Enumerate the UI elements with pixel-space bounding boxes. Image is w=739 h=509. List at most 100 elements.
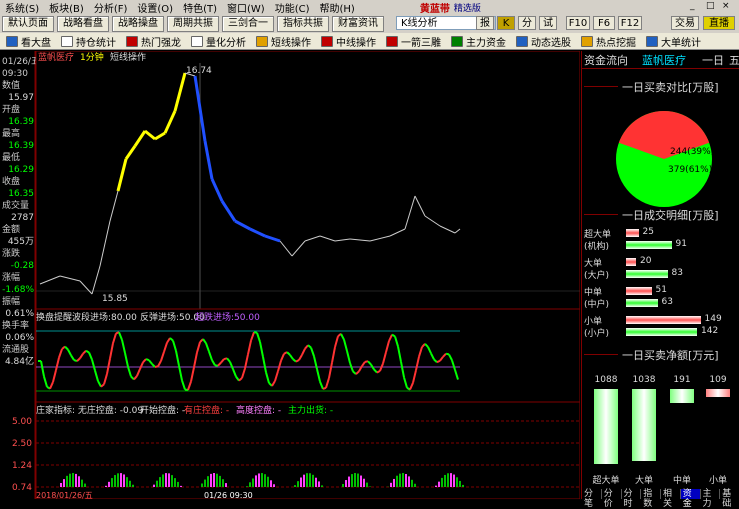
panel-tab-3[interactable]: 指数 bbox=[641, 489, 661, 499]
order-sell-bar bbox=[626, 241, 672, 249]
menu-settings[interactable]: 设置(O) bbox=[132, 0, 178, 15]
f6-button[interactable]: F6 bbox=[593, 16, 615, 30]
pie-sell-label: 244(39%) bbox=[670, 147, 714, 157]
wealth-news-button[interactable]: 财富资讯 bbox=[332, 16, 384, 32]
menu-window[interactable]: 窗口(W) bbox=[222, 0, 270, 15]
panel-header: 资金流向 蓝帆医疗 一日 五 bbox=[582, 51, 739, 69]
panel-tab-6[interactable]: 主力 bbox=[701, 489, 721, 499]
default-page-button[interactable]: 默认页面 bbox=[2, 16, 54, 32]
ind2-bar bbox=[108, 482, 110, 487]
minimize-icon[interactable]: _ bbox=[690, 1, 695, 11]
ind2-bar bbox=[312, 475, 314, 487]
feature-tab-label: 持仓统计 bbox=[76, 34, 116, 49]
ind2-bar bbox=[303, 475, 305, 487]
three-in-one-button[interactable]: 三剑合一 bbox=[222, 16, 274, 32]
period-label: 1分钟 bbox=[80, 51, 104, 63]
feature-tab-1[interactable]: 持仓统计 bbox=[61, 34, 116, 49]
ind2-bar bbox=[438, 482, 440, 487]
feature-tab-6[interactable]: 一箭三雕 bbox=[386, 34, 441, 49]
ind2-bar bbox=[72, 473, 74, 487]
panel-tab-0[interactable]: 分笔 bbox=[582, 489, 602, 499]
panel-tab-4[interactable]: 相关 bbox=[661, 489, 681, 499]
ind2-bar bbox=[168, 473, 170, 487]
ind2-bar bbox=[156, 481, 158, 487]
strategy-trade-button[interactable]: 战略操盘 bbox=[112, 16, 164, 32]
test-button[interactable]: 试 bbox=[539, 16, 557, 30]
feature-tab-label: 短线操作 bbox=[271, 34, 311, 49]
main-toolbar: 默认页面 战略看盘 战略操盘 周期共振 三剑合一 指标共振 财富资讯 K线分析 … bbox=[0, 15, 739, 33]
feature-tab-4[interactable]: 短线操作 bbox=[256, 34, 311, 49]
trade-button[interactable]: 交易 bbox=[671, 16, 699, 30]
ind2-bar bbox=[213, 473, 215, 487]
ind1-segment bbox=[437, 361, 440, 362]
ind2-bar bbox=[342, 484, 344, 487]
order-sell-bar bbox=[626, 299, 658, 307]
menu-feature[interactable]: 特色(T) bbox=[178, 0, 222, 15]
menu-function[interactable]: 功能(C) bbox=[270, 0, 315, 15]
ind2-bar bbox=[354, 473, 356, 487]
ind2-bar bbox=[117, 473, 119, 487]
ind2-bar bbox=[159, 477, 161, 487]
panel-period[interactable]: 一日 bbox=[702, 52, 724, 68]
f12-button[interactable]: F12 bbox=[618, 16, 642, 30]
live-button[interactable]: 直播 bbox=[703, 16, 735, 30]
feature-tab-9[interactable]: 热点挖掘 bbox=[581, 34, 636, 49]
ind2-bar bbox=[345, 480, 347, 487]
ind2-bar bbox=[252, 478, 254, 487]
menu-analysis[interactable]: 分析(F) bbox=[89, 0, 133, 15]
ind2-bar bbox=[270, 480, 272, 487]
order-buy-value: 51 bbox=[656, 285, 667, 295]
kline-button[interactable]: K bbox=[497, 16, 515, 30]
panel-title: 资金流向 bbox=[584, 52, 628, 68]
menu-help[interactable]: 帮助(H) bbox=[315, 0, 360, 15]
feature-tab-7[interactable]: 主力资金 bbox=[451, 34, 506, 49]
ind2-bar bbox=[69, 474, 71, 487]
ind2-bar bbox=[267, 477, 269, 487]
f10-button[interactable]: F10 bbox=[566, 16, 590, 30]
main-chart-svg: 01/26/五09:30数值15.97开盘16.39最高16.39最低16.29… bbox=[0, 51, 580, 499]
close-icon[interactable]: × bbox=[722, 1, 730, 11]
mode-label: 短线操作 bbox=[110, 51, 146, 63]
indicator-resonance-button[interactable]: 指标共振 bbox=[277, 16, 329, 32]
info-column: 01/26/五09:30数值15.97开盘16.39最高16.39最低16.29… bbox=[2, 51, 40, 499]
report-button[interactable]: 报 bbox=[476, 16, 494, 30]
panel-tab-2[interactable]: 分时 bbox=[622, 489, 642, 499]
feature-tab-label: 热点挖掘 bbox=[596, 34, 636, 49]
net-amount-header: 一日买卖净额[万元] bbox=[582, 347, 739, 363]
cycle-resonance-button[interactable]: 周期共振 bbox=[167, 16, 219, 32]
net-amount-chart: 1088超大单1038大单191中单109小单 bbox=[582, 369, 739, 487]
ind2-bar bbox=[174, 478, 176, 487]
ind2-bar bbox=[66, 476, 68, 487]
ind2-t3: 有庄控盘: - bbox=[184, 404, 229, 416]
menu-system[interactable]: 系统(S) bbox=[0, 0, 44, 15]
minute-button[interactable]: 分 bbox=[518, 16, 536, 30]
ind2-bar bbox=[297, 481, 299, 487]
ind2-bar bbox=[453, 475, 455, 487]
maximize-icon[interactable]: □ bbox=[706, 1, 715, 11]
panel-tab-7[interactable]: 基础 bbox=[720, 489, 739, 499]
ind2-bar bbox=[399, 474, 401, 487]
ind1-segment bbox=[446, 354, 449, 355]
feature-tab-10[interactable]: 大单统计 bbox=[646, 34, 701, 49]
trade-detail-header: 一日成交明细[万股] bbox=[582, 207, 739, 223]
menu-sector[interactable]: 板块(B) bbox=[44, 0, 89, 15]
main-frame bbox=[36, 51, 580, 309]
ind2-bar bbox=[462, 485, 464, 487]
panel-tab-1[interactable]: 分价 bbox=[602, 489, 622, 499]
info-label: 换手率 bbox=[2, 319, 29, 331]
ind2-level-label: 2.50 bbox=[12, 439, 32, 449]
panel-tab-5[interactable]: 资金 bbox=[681, 489, 701, 499]
panel-bottom-tabs: 分笔分价分时指数相关资金主力基础 bbox=[582, 489, 739, 499]
chart-area[interactable]: 01/26/五09:30数值15.97开盘16.39最高16.39最低16.29… bbox=[0, 51, 580, 499]
order-sell-bar bbox=[626, 270, 668, 278]
feature-tab-3[interactable]: 量化分析 bbox=[191, 34, 246, 49]
feature-icon bbox=[191, 36, 203, 47]
feature-tab-0[interactable]: 看大盘 bbox=[6, 34, 51, 49]
info-label: 数值 bbox=[2, 79, 20, 91]
feature-tab-2[interactable]: 热门强龙 bbox=[126, 34, 181, 49]
strategy-view-button[interactable]: 战略看盘 bbox=[57, 16, 109, 32]
feature-tab-5[interactable]: 中线操作 bbox=[321, 34, 376, 49]
feature-tab-8[interactable]: 动态选股 bbox=[516, 34, 571, 49]
net-value: 1038 bbox=[626, 375, 662, 385]
feature-icon bbox=[646, 36, 658, 47]
